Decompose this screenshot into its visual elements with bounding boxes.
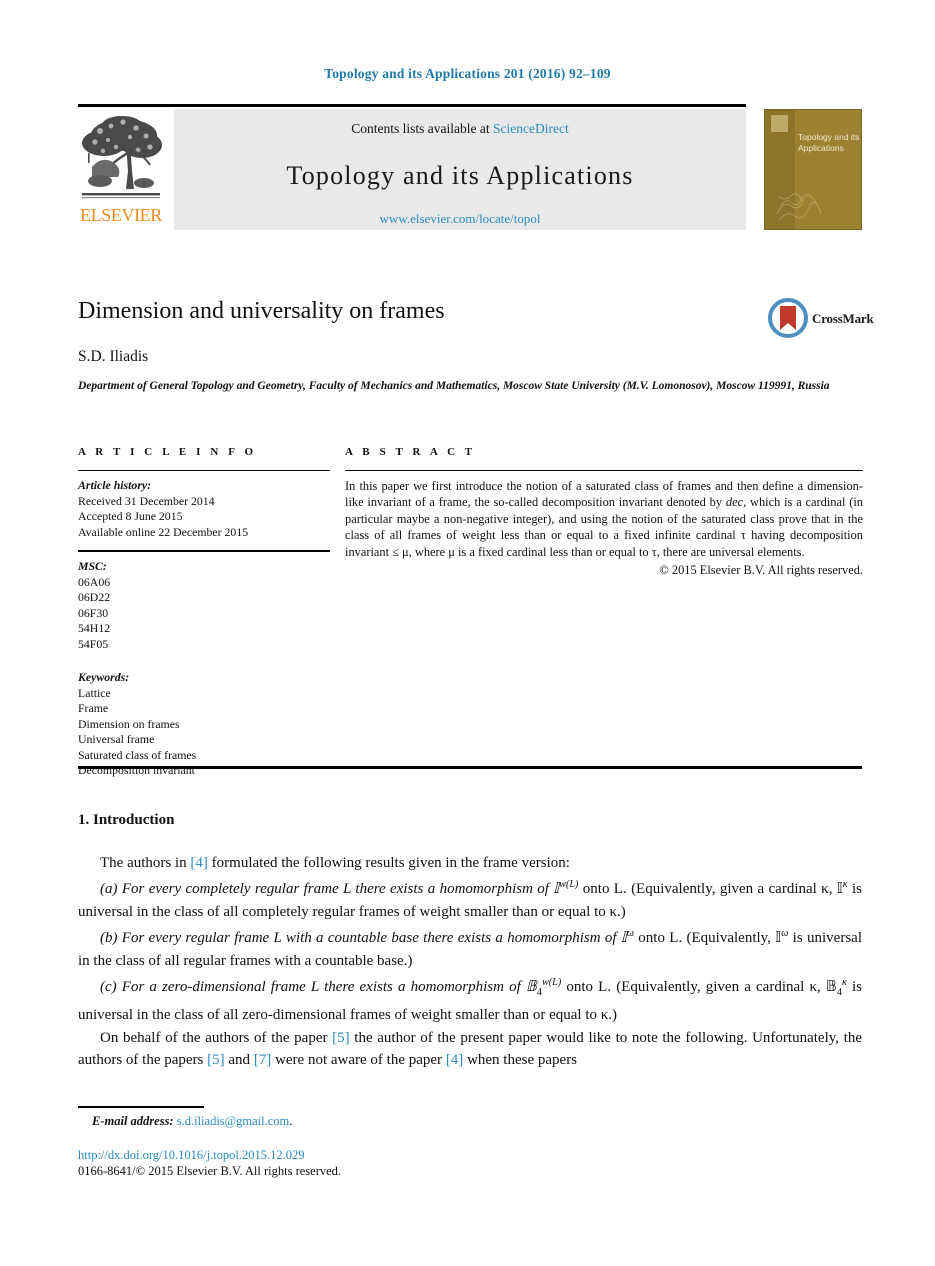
keyword-item: Dimension on frames bbox=[78, 716, 180, 731]
crossmark-icon bbox=[768, 298, 808, 338]
doi-link[interactable]: http://dx.doi.org/10.1016/j.topol.2015.1… bbox=[78, 1148, 305, 1163]
result-b-text-2: onto L. (Equivalently, 𝕀 bbox=[633, 930, 782, 947]
msc-code: 06D22 bbox=[78, 590, 111, 604]
citation-ref-4[interactable]: [4] bbox=[190, 855, 208, 871]
author-name: S.D. Iliadis bbox=[78, 348, 149, 365]
email-link[interactable]: s.d.iliadis@gmail.com bbox=[177, 1114, 290, 1128]
author-affiliation: Department of General Topology and Geome… bbox=[78, 380, 830, 392]
paragraph-result-a: (a) For every completely regular frame L… bbox=[78, 874, 862, 923]
contents-prefix-text: Contents lists available at bbox=[351, 121, 493, 136]
article-history-label: Article history: bbox=[78, 478, 152, 492]
journal-cover-thumbnail[interactable]: Topology and its Applications bbox=[764, 109, 862, 230]
keyword-item: Universal frame bbox=[78, 732, 155, 746]
info-rule-middle bbox=[78, 550, 330, 552]
result-a-text-1: (a) For every completely regular frame L… bbox=[100, 881, 560, 898]
running-head: Topology and its Applications 201 (2016)… bbox=[324, 66, 611, 81]
keywords-label: Keywords: bbox=[78, 670, 130, 684]
history-received: Received 31 December 2014 bbox=[78, 493, 215, 508]
introduction-body: The authors in [4] formulated the follow… bbox=[78, 852, 862, 1072]
abstract-copyright: © 2015 Elsevier B.V. All rights reserved… bbox=[659, 563, 863, 578]
paragraph-note: On behalf of the authors of the paper [5… bbox=[78, 1027, 862, 1072]
elsevier-logo: ELSEVIER bbox=[78, 109, 164, 230]
crossmark-badge[interactable]: CrossMark bbox=[768, 298, 874, 342]
keyword-item: Saturated class of frames bbox=[78, 747, 197, 762]
issn-copyright-line: 0166-8641/© 2015 Elsevier B.V. All right… bbox=[78, 1164, 342, 1178]
elsevier-wordmark: ELSEVIER bbox=[80, 205, 162, 225]
msc-code: 54H12 bbox=[78, 621, 111, 635]
section-heading-introduction: 1. Introduction bbox=[78, 812, 175, 828]
history-available-online: Available online 22 December 2015 bbox=[78, 524, 249, 539]
citation-ref-5[interactable]: [5] bbox=[332, 1030, 350, 1046]
result-c-subscript-2: 4 bbox=[836, 987, 842, 999]
footnote-rule bbox=[78, 1106, 204, 1108]
abstract-text: In this paper we first introduce the not… bbox=[345, 478, 863, 560]
abstract-heading: A B S T R A C T bbox=[345, 446, 476, 458]
citation-ref-7[interactable]: [7] bbox=[254, 1052, 272, 1068]
intro-text-b: formulated the following results given i… bbox=[207, 855, 570, 871]
msc-label: MSC: bbox=[78, 559, 107, 573]
journal-title: Topology and its Applications bbox=[286, 161, 634, 190]
msc-code: 54F05 bbox=[78, 636, 109, 651]
abstract-dec-term: dec bbox=[725, 495, 744, 510]
cover-elsevier-mark-icon bbox=[771, 115, 788, 132]
crossmark-label: CrossMark bbox=[812, 311, 874, 326]
abstract-column: A B S T R A C T In this paper we first i… bbox=[345, 446, 863, 578]
paragraph-result-b: (b) For every regular frame L with a cou… bbox=[78, 923, 862, 972]
intro-text-a: The authors in bbox=[100, 855, 191, 871]
article-title: Dimension and universality on frames bbox=[78, 298, 445, 324]
msc-block: MSC: 06A06 06D22 06F30 54H12 54F05 bbox=[78, 559, 330, 652]
citation-ref-5b[interactable]: [5] bbox=[207, 1052, 225, 1068]
note-text-4: were not aware of the paper bbox=[271, 1052, 446, 1069]
keywords-block: Keywords: Lattice Frame Dimension on fra… bbox=[78, 670, 330, 779]
abstract-rule-top bbox=[345, 470, 863, 471]
elsevier-tree-icon bbox=[78, 109, 164, 207]
journal-homepage-url[interactable]: www.elsevier.com/locate/topol bbox=[174, 211, 746, 227]
result-c-exponent-1: w(L) bbox=[541, 977, 562, 989]
cover-title-text: Topology and its Applications bbox=[798, 132, 860, 153]
email-period: . bbox=[289, 1114, 293, 1128]
sciencedirect-link[interactable]: ScienceDirect bbox=[493, 121, 569, 136]
email-footnote: E-mail address: s.d.iliadis@gmail.com. bbox=[92, 1114, 292, 1129]
result-a-exponent-1: w(L) bbox=[559, 879, 579, 891]
history-accepted: Accepted 8 June 2015 bbox=[78, 509, 183, 523]
article-info-heading: A R T I C L E I N F O bbox=[78, 446, 257, 458]
result-c-text-1: (c) For a zero-dimensional frame L there… bbox=[100, 979, 537, 996]
note-text-5: when these papers bbox=[463, 1052, 578, 1069]
masthead-top-rule bbox=[78, 104, 746, 107]
note-text-3: and bbox=[224, 1052, 254, 1069]
contents-available-line: Contents lists available at ScienceDirec… bbox=[174, 121, 746, 137]
keyword-item: Lattice bbox=[78, 685, 111, 700]
info-rule-top bbox=[78, 470, 330, 471]
paragraph-intro: The authors in [4] formulated the follow… bbox=[78, 852, 862, 874]
note-text-1: On behalf of the authors of the paper bbox=[100, 1029, 333, 1046]
masthead-band: Contents lists available at ScienceDirec… bbox=[174, 109, 746, 230]
result-c-text-2: onto L. (Equivalently, given a cardinal … bbox=[561, 979, 837, 996]
result-b-exponent-1: ω bbox=[626, 928, 634, 940]
journal-masthead: ELSEVIER Contents lists available at Sci… bbox=[78, 104, 862, 230]
result-c-subscript-1: 4 bbox=[536, 987, 542, 999]
keyword-item: Frame bbox=[78, 701, 109, 715]
article-info-column: A R T I C L E I N F O Article history: R… bbox=[78, 446, 330, 779]
paragraph-result-c: (c) For a zero-dimensional frame L there… bbox=[78, 972, 862, 1027]
info-body-separator-rule bbox=[78, 766, 862, 769]
cover-scribble-graphic bbox=[776, 193, 822, 221]
msc-code: 06F30 bbox=[78, 605, 109, 620]
result-b-text-1: (b) For every regular frame L with a cou… bbox=[100, 930, 627, 947]
journal-article-page: Topology and its Applications 201 (2016)… bbox=[0, 0, 935, 1266]
email-label: E-mail address: bbox=[92, 1114, 174, 1128]
result-a-text-2: onto L. (Equivalently, given a cardinal … bbox=[578, 881, 843, 898]
msc-code: 06A06 bbox=[78, 574, 111, 589]
citation-ref-4b[interactable]: [4] bbox=[446, 1052, 464, 1068]
